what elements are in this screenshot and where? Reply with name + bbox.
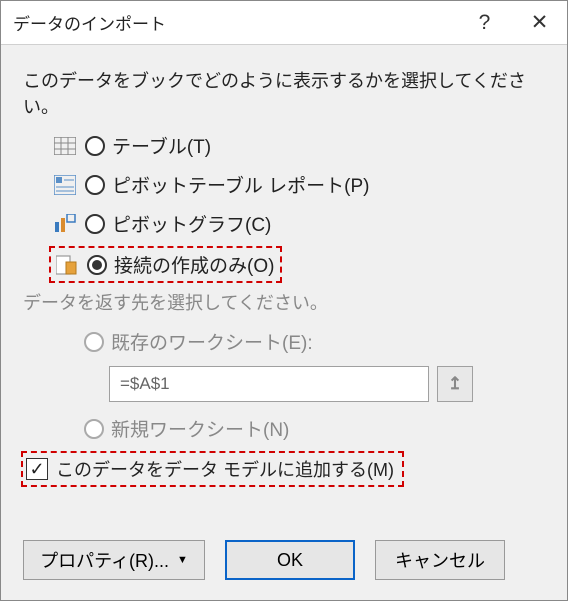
option-table[interactable]: テーブル(T): [49, 129, 545, 162]
add-to-model-checkbox[interactable]: ✓: [26, 458, 48, 480]
option-new-sheet: 新規ワークシート(N): [81, 412, 545, 445]
option-table-label: テーブル(T): [112, 132, 211, 159]
display-prompt: このデータをブックでどのように表示するかを選択してください。: [23, 67, 545, 119]
display-option-group: テーブル(T) ピボットテーブル レポート(P) ピボットグラフ(C): [23, 129, 545, 283]
location-prompt: データを返す先を選択してください。: [23, 289, 545, 315]
close-button[interactable]: ✕: [512, 1, 567, 45]
ok-button[interactable]: OK: [225, 540, 355, 580]
titlebar: データのインポート ? ✕: [1, 1, 567, 45]
option-new-sheet-label: 新規ワークシート(N): [111, 415, 289, 442]
range-selector-button[interactable]: ↥: [437, 366, 473, 402]
option-pivot-chart[interactable]: ピボットグラフ(C): [49, 207, 545, 240]
highlight-connection-only: 接続の作成のみ(O): [49, 246, 282, 283]
dialog-footer: プロパティ(R)... ▼ OK キャンセル: [1, 526, 567, 600]
ok-button-label: OK: [277, 550, 303, 571]
chevron-down-icon: ▼: [177, 554, 188, 566]
radio-connection-only[interactable]: [87, 255, 107, 275]
properties-button-label: プロパティ(R)...: [40, 547, 169, 573]
dialog-content: このデータをブックでどのように表示するかを選択してください。 テーブル(T) ピ…: [1, 45, 567, 526]
cancel-button-label: キャンセル: [395, 547, 485, 573]
option-pivot-chart-label: ピボットグラフ(C): [112, 210, 271, 237]
highlight-add-model: ✓ このデータをデータ モデルに追加する(M): [21, 451, 404, 487]
radio-table[interactable]: [85, 136, 105, 156]
radio-existing-sheet: [84, 332, 104, 352]
pivot-chart-icon: [52, 211, 78, 237]
dialog-title: データのインポート: [13, 10, 457, 35]
connection-only-icon: [54, 252, 80, 278]
cell-reference-input[interactable]: [109, 366, 429, 402]
add-to-model-label: このデータをデータ モデルに追加する(M): [56, 456, 394, 482]
properties-button[interactable]: プロパティ(R)... ▼: [23, 540, 205, 580]
radio-pivot-table[interactable]: [85, 175, 105, 195]
cancel-button[interactable]: キャンセル: [375, 540, 505, 580]
import-dialog: データのインポート ? ✕ このデータをブックでどのように表示するかを選択してく…: [0, 0, 568, 601]
help-button[interactable]: ?: [457, 1, 512, 45]
radio-new-sheet: [84, 419, 104, 439]
option-existing-sheet: 既存のワークシート(E):: [81, 325, 545, 358]
option-connection-only[interactable]: 接続の作成のみ(O): [51, 248, 280, 281]
option-existing-sheet-label: 既存のワークシート(E):: [111, 328, 313, 355]
option-pivot-table[interactable]: ピボットテーブル レポート(P): [49, 168, 545, 201]
radio-pivot-chart[interactable]: [85, 214, 105, 234]
table-icon: [52, 133, 78, 159]
option-pivot-table-label: ピボットテーブル レポート(P): [112, 171, 369, 198]
pivot-table-icon: [52, 172, 78, 198]
option-connection-only-label: 接続の作成のみ(O): [114, 251, 274, 278]
add-to-model-row[interactable]: ✓ このデータをデータ モデルに追加する(M): [23, 453, 402, 485]
